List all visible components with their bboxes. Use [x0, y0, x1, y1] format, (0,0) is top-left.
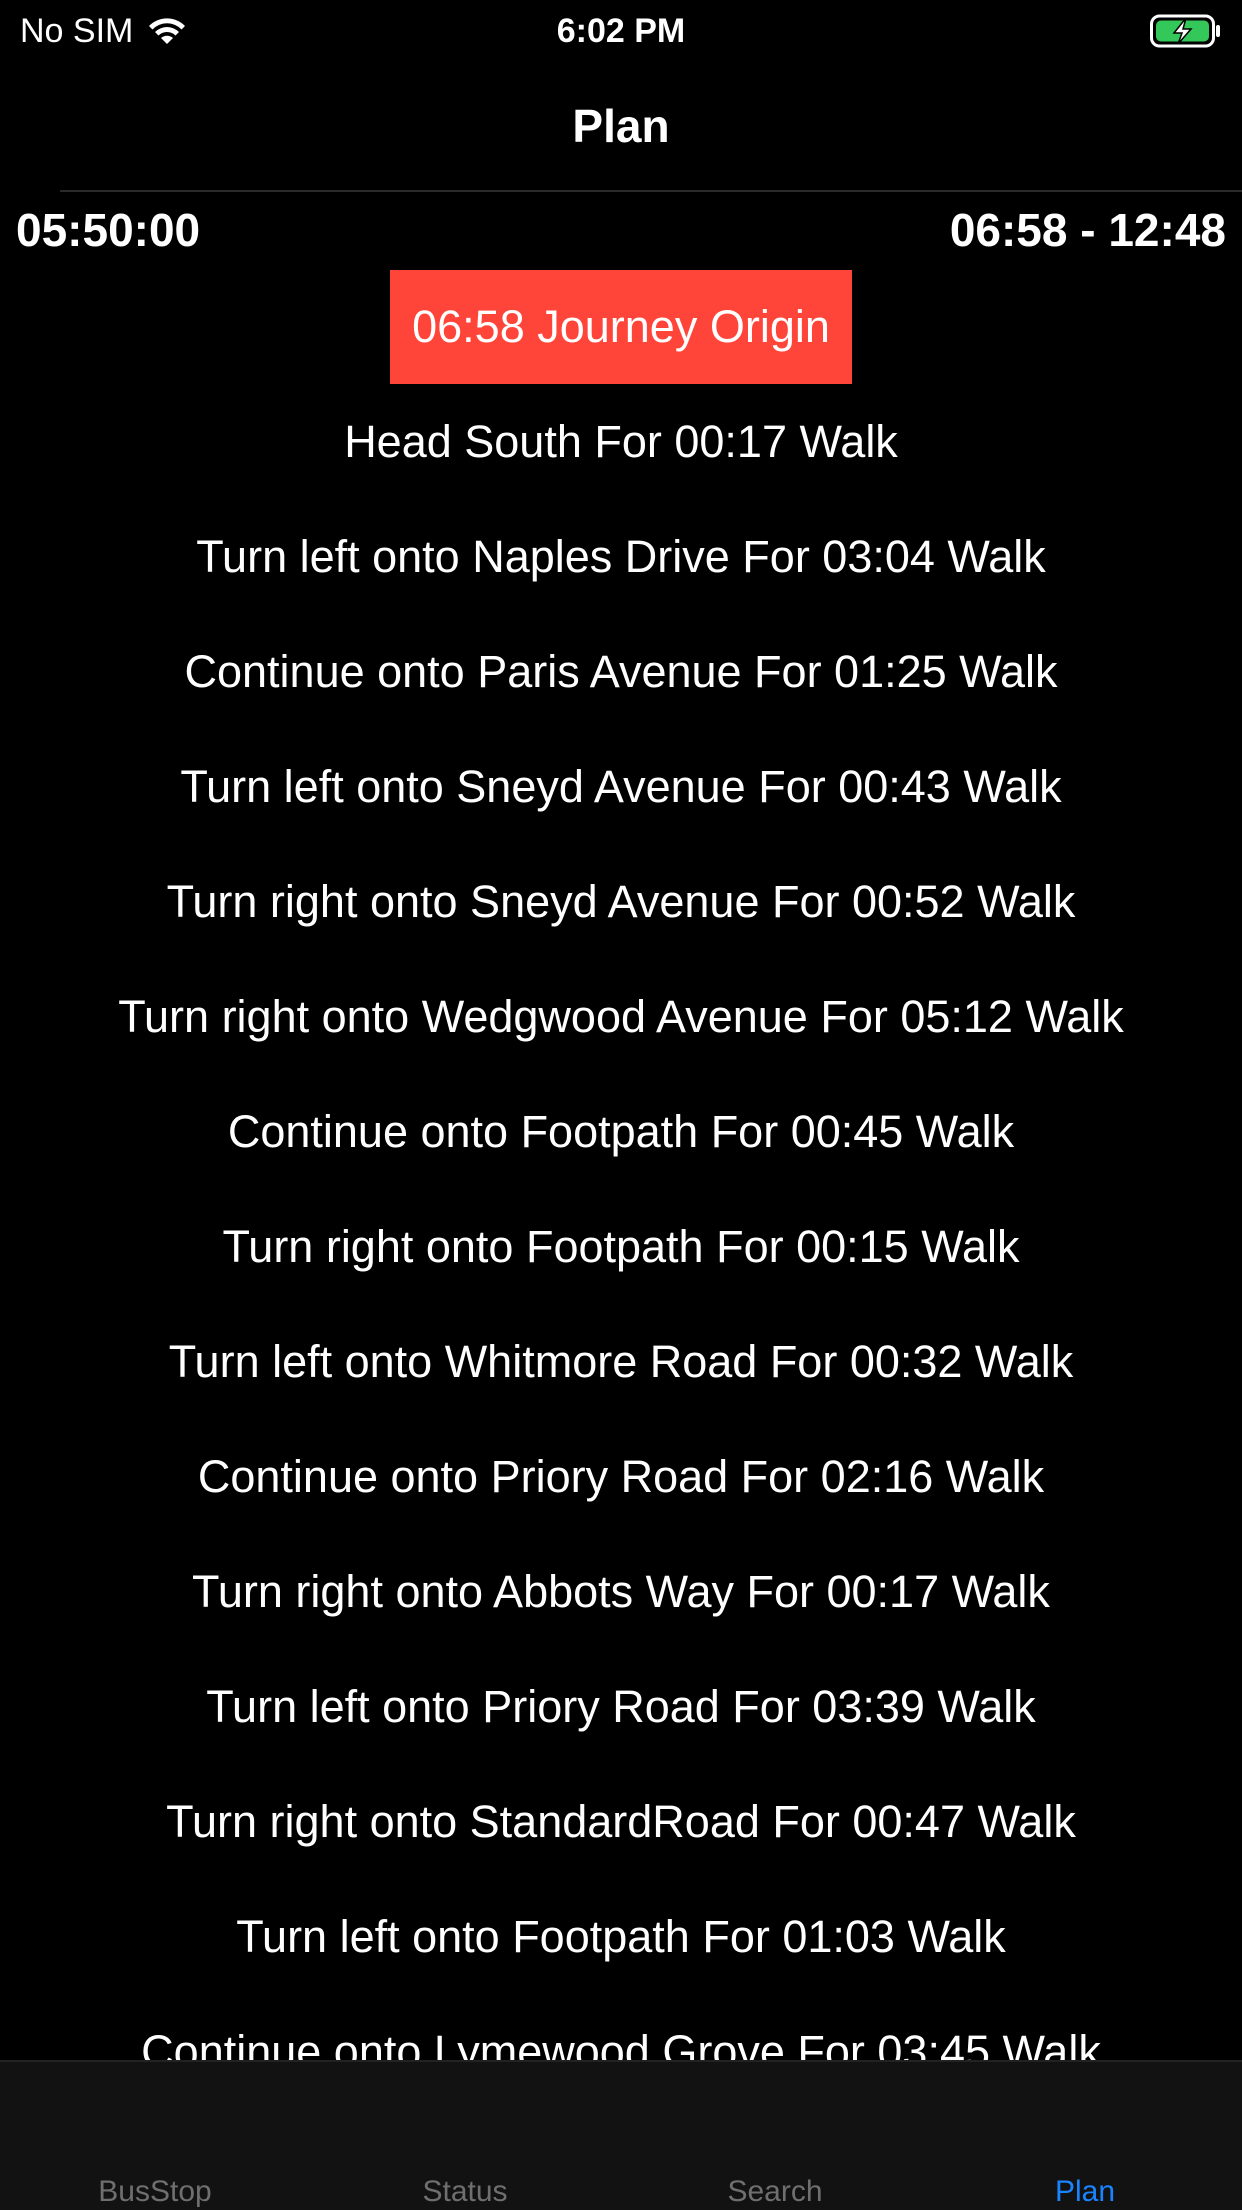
- list-item[interactable]: Turn left onto Sneyd Avenue For 00:43 Wa…: [0, 729, 1242, 844]
- page-title: Plan: [572, 100, 670, 152]
- status-time: 6:02 PM: [556, 12, 686, 50]
- elapsed-time: 05:50:00: [16, 204, 201, 256]
- tab-busstop[interactable]: BusStop: [0, 2174, 310, 2210]
- list-item[interactable]: Turn right onto Footpath For 00:15 Walk: [0, 1189, 1242, 1304]
- journey-time-range: 06:58 - 12:48: [949, 204, 1226, 256]
- list-item[interactable]: Head South For 00:17 Walk: [0, 384, 1242, 499]
- list-item[interactable]: Turn right onto Sneyd Avenue For 00:52 W…: [0, 844, 1242, 959]
- tab-bar: BusStop Status Search Plan: [0, 2060, 1242, 2210]
- status-bar: No SIM 6:02 PM: [0, 0, 1242, 62]
- journey-origin-row[interactable]: 06:58 Journey Origin: [390, 270, 852, 384]
- nav-divider: [60, 190, 1242, 192]
- battery-charging-icon: [1150, 14, 1220, 48]
- list-item[interactable]: Continue onto Lymewood Grove For 03:45 W…: [0, 1994, 1242, 2061]
- step-list[interactable]: Head South For 00:17 Walk Turn left onto…: [0, 384, 1242, 2061]
- tab-status[interactable]: Status: [310, 2174, 620, 2210]
- tab-plan[interactable]: Plan: [930, 2174, 1240, 2210]
- list-item[interactable]: Continue onto Priory Road For 02:16 Walk: [0, 1419, 1242, 1534]
- list-item[interactable]: Turn right onto StandardRoad For 00:47 W…: [0, 1764, 1242, 1879]
- list-item[interactable]: Turn left onto Naples Drive For 03:04 Wa…: [0, 499, 1242, 614]
- list-item[interactable]: Turn right onto Wedgwood Avenue For 05:1…: [0, 959, 1242, 1074]
- list-item[interactable]: Continue onto Footpath For 00:45 Walk: [0, 1074, 1242, 1189]
- list-item[interactable]: Turn left onto Whitmore Road For 00:32 W…: [0, 1304, 1242, 1419]
- list-item[interactable]: Turn right onto Abbots Way For 00:17 Wal…: [0, 1534, 1242, 1649]
- list-item[interactable]: Turn left onto Footpath For 01:03 Walk: [0, 1879, 1242, 1994]
- list-item[interactable]: Continue onto Paris Avenue For 01:25 Wal…: [0, 614, 1242, 729]
- list-item[interactable]: Turn left onto Priory Road For 03:39 Wal…: [0, 1649, 1242, 1764]
- tab-search[interactable]: Search: [620, 2174, 930, 2210]
